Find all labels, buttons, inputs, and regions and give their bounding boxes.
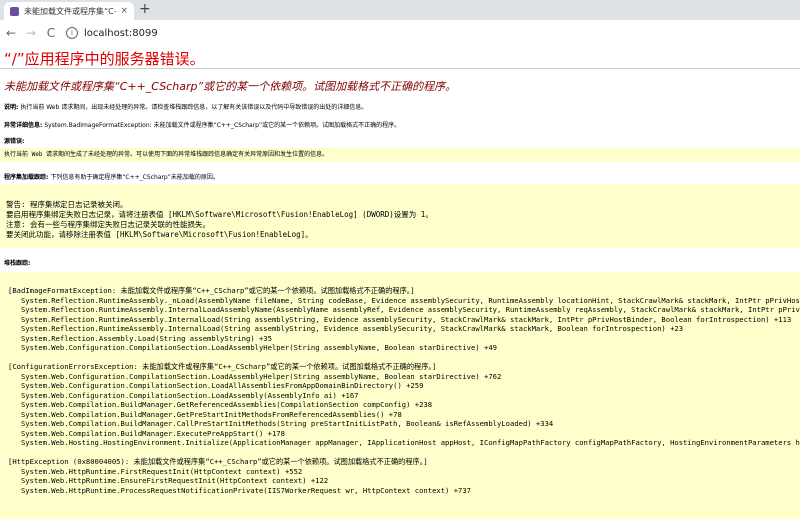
tab-title: 未能加载文件或程序集“C++_CS <box>24 6 116 16</box>
fusion-log-text: 警告: 程序集绑定日志记录被关闭。 要启用程序集绑定失败日志记录，请将注册表值 … <box>6 200 433 239</box>
favicon-icon <box>10 6 19 16</box>
exception-text: System.BadImageFormatException: 未能加载文件或程… <box>42 122 401 129</box>
tab-bar: 未能加载文件或程序集“C++_CS × + <box>0 0 800 20</box>
back-button[interactable]: ← <box>2 26 20 40</box>
assembly-trace-label: 程序集加载跟踪: <box>4 174 49 181</box>
description-line: 说明: 执行当前 Web 请求期间，出现未经处理的异常。请检查堆栈跟踪信息，以了… <box>4 102 367 111</box>
source-error-line: 源错误: <box>4 136 24 145</box>
exception-line: 异常详细信息: System.BadImageFormatException: … <box>4 120 400 129</box>
info-icon[interactable]: i <box>66 27 78 39</box>
toolbar: ← → C i localhost:8099 <box>0 20 800 46</box>
source-error-text: 执行当前 Web 请求期间生成了未经处理的异常。可以使用下面的异常堆栈跟踪信息确… <box>4 151 329 158</box>
assembly-trace-text: 下列信息有助于确定程序集“C++_CScharp”未能加载的原因。 <box>48 174 219 181</box>
assembly-trace-line: 程序集加载跟踪: 下列信息有助于确定程序集“C++_CScharp”未能加载的原… <box>4 172 219 181</box>
stack-trace-line: 堆栈跟踪: <box>4 258 30 267</box>
stack-trace-text: [BadImageFormatException: 未能加载文件或程序集“C++… <box>8 286 800 495</box>
browser-chrome: 未能加载文件或程序集“C++_CS × + ← → C i localhost:… <box>0 0 800 46</box>
page-title: “/”应用程序中的服务器错误。 <box>4 50 205 68</box>
source-error-label: 源错误: <box>4 138 25 145</box>
page-content: “/”应用程序中的服务器错误。 未能加载文件或程序集“C++_CScharp”或… <box>0 46 800 519</box>
fusion-log-box: 警告: 程序集绑定日志记录被关闭。 要启用程序集绑定失败日志记录，请将注册表值 … <box>0 184 800 248</box>
tab-close-icon[interactable]: × <box>120 6 128 16</box>
description-label: 说明: <box>4 104 19 111</box>
divider <box>0 68 800 69</box>
exception-label: 异常详细信息: <box>4 122 43 129</box>
source-error-box: 执行当前 Web 请求期间生成了未经处理的异常。可以使用下面的异常堆栈跟踪信息确… <box>0 148 800 162</box>
url-text[interactable]: localhost:8099 <box>84 28 158 39</box>
forward-button[interactable]: → <box>22 26 40 40</box>
new-tab-button[interactable]: + <box>139 1 151 17</box>
description-text: 执行当前 Web 请求期间，出现未经处理的异常。请检查堆栈跟踪信息，以了解有关该… <box>18 104 368 111</box>
address-bar[interactable]: i localhost:8099 <box>66 23 158 43</box>
error-subtitle: 未能加载文件或程序集“C++_CScharp”或它的某一个依赖项。试图加载格式不… <box>4 80 457 93</box>
stack-trace-label: 堆栈跟踪: <box>4 260 31 267</box>
stack-trace-box: [BadImageFormatException: 未能加载文件或程序集“C++… <box>0 272 800 519</box>
browser-tab[interactable]: 未能加载文件或程序集“C++_CS × <box>4 2 134 20</box>
reload-button[interactable]: C <box>42 26 60 40</box>
